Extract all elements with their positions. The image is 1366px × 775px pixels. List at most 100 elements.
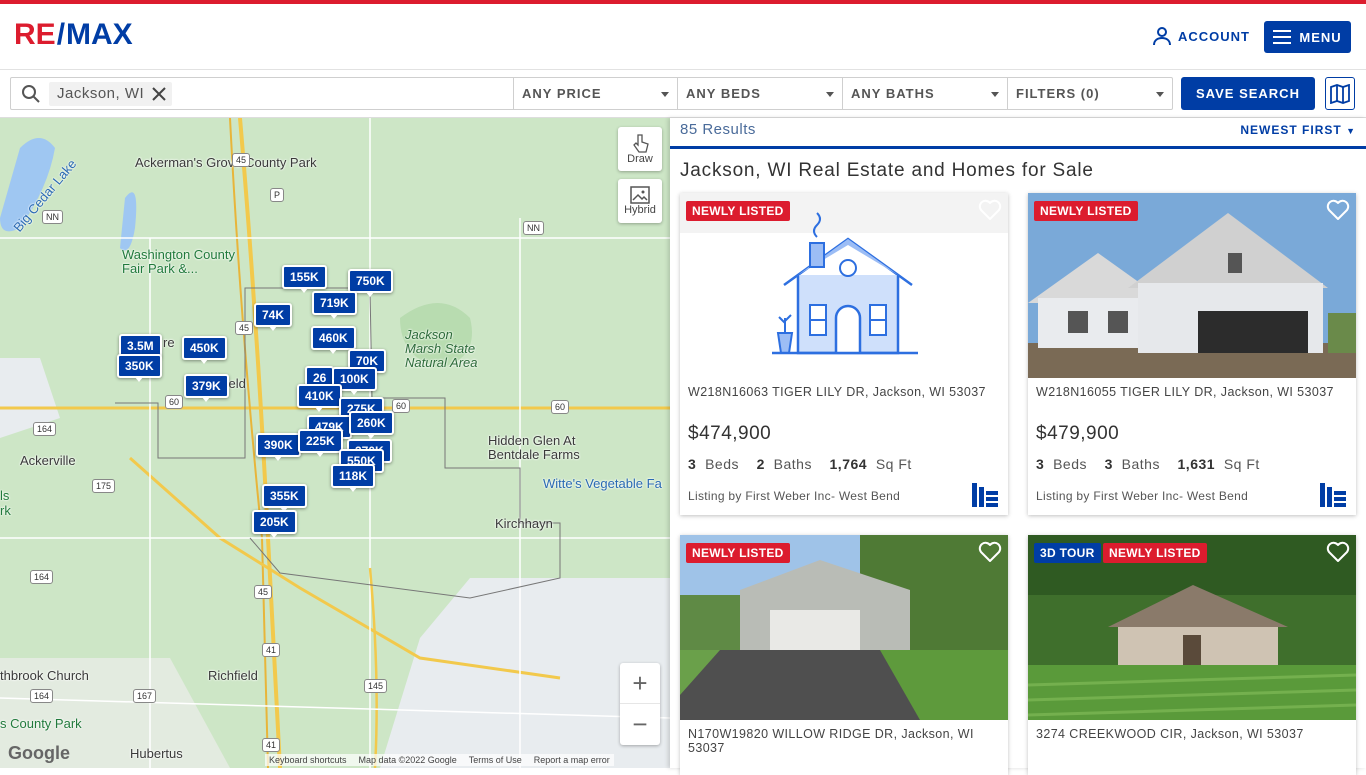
price-pin[interactable]: 719K [312, 291, 357, 319]
zoom-control: + − [620, 663, 660, 745]
price-pin[interactable]: 74K [254, 303, 293, 331]
price-pin[interactable]: 379K [184, 374, 229, 402]
newly-listed-badge: NEWLY LISTED [686, 201, 790, 221]
heart-icon[interactable] [1326, 199, 1350, 221]
price-pin[interactable]: 410K [297, 384, 342, 412]
price-dropdown[interactable]: ANY PRICE [514, 77, 678, 110]
beds-label: Beds [705, 456, 739, 472]
beds-count: 3 [688, 456, 697, 472]
filter-bar: Jackson, WI ANY PRICE ANY BEDS ANY BATHS… [0, 71, 1366, 118]
listing-address[interactable]: N170W19820 WILLOW RIDGE DR, Jackson, WI … [688, 727, 1000, 755]
filters-dropdown-label: FILTERS (0) [1016, 86, 1100, 101]
road-shield: NN [42, 210, 63, 224]
road-shield: 60 [392, 399, 411, 413]
hybrid-button[interactable]: Hybrid [618, 179, 662, 223]
close-icon[interactable] [152, 86, 166, 101]
report-error-link[interactable]: Report a map error [534, 755, 610, 765]
save-search-button[interactable]: SAVE SEARCH [1181, 77, 1315, 110]
road-shield: 145 [364, 679, 388, 693]
price-pin[interactable]: 118K [331, 464, 376, 492]
beds-dropdown[interactable]: ANY BEDS [678, 77, 843, 110]
location-chip-label: Jackson, WI [57, 85, 145, 102]
listing-card[interactable]: 3D TOUR NEWLY LISTED 3274 CREEKWOOD CIR,… [1028, 535, 1356, 775]
image-icon [630, 186, 650, 204]
map-icon [1330, 83, 1350, 104]
google-logo[interactable]: Google [8, 743, 70, 764]
price-pin[interactable]: 750K [348, 269, 393, 297]
menu-button[interactable]: MENU [1264, 21, 1351, 53]
road-shield: 164 [30, 689, 54, 703]
chevron-down-icon [991, 92, 999, 97]
draw-button[interactable]: Draw [618, 127, 662, 171]
price-pin[interactable]: 155K [282, 265, 327, 293]
listing-card[interactable]: NEWLY LISTED W218N16063 TIGER LILY DR, J… [680, 193, 1008, 515]
draw-label: Draw [627, 153, 653, 165]
heart-icon[interactable] [978, 541, 1002, 563]
results-header: 85 Results NEWEST FIRST ▼ [670, 118, 1366, 149]
baths-label: Baths [773, 456, 812, 472]
newly-listed-badge: NEWLY LISTED [1103, 543, 1207, 563]
price-pin[interactable]: 390K [256, 433, 301, 461]
listing-address[interactable]: W218N16063 TIGER LILY DR, Jackson, WI 53… [688, 385, 1000, 399]
user-icon [1153, 27, 1171, 46]
account-button[interactable]: ACCOUNT [1152, 26, 1250, 46]
price-pin[interactable]: 355K [262, 484, 307, 512]
road-shield: P [270, 188, 285, 202]
map-label-hidden-glen: Hidden Glen At Bentdale Farms [488, 433, 580, 462]
map-label-ackerville: Ackerville [20, 453, 76, 468]
results-count: 85 Results [680, 121, 756, 138]
map-label-ls: ls [0, 488, 10, 503]
map-panel[interactable]: Ackerman's Grove County Park Big Cedar L… [0, 118, 670, 768]
chevron-down-icon [1156, 92, 1164, 97]
listing-card[interactable]: NEWLY LISTED W218N16055 TIGER LILY DR, J… [1028, 193, 1356, 515]
listing-broker: Listing by First Weber Inc- West Bend [1036, 489, 1249, 503]
sqft-label: Sq Ft [875, 456, 912, 472]
heart-icon[interactable] [978, 199, 1002, 221]
newly-listed-badge: NEWLY LISTED [1034, 201, 1138, 221]
sort-dropdown[interactable]: NEWEST FIRST ▼ [1240, 123, 1356, 137]
caret-down-icon: ▼ [1346, 126, 1356, 136]
listing-address[interactable]: W218N16055 TIGER LILY DR, Jackson, WI 53… [1036, 385, 1348, 399]
beds-dropdown-label: ANY BEDS [686, 86, 761, 101]
chevron-down-icon [661, 92, 669, 97]
price-pin[interactable]: 460K [311, 326, 356, 354]
save-search-label: SAVE SEARCH [1196, 86, 1300, 101]
listing-broker: Listing by First Weber Inc- West Bend [688, 489, 901, 503]
price-pin[interactable]: 350K [117, 354, 162, 382]
road-shield: 45 [254, 585, 273, 599]
heart-icon[interactable] [1326, 541, 1350, 563]
price-pin[interactable]: 260K [349, 411, 394, 439]
price-pin[interactable]: 450K [182, 336, 227, 364]
terms-link[interactable]: Terms of Use [469, 755, 522, 765]
listing-price: $474,900 [688, 423, 772, 444]
zoom-out-button[interactable]: − [620, 704, 660, 745]
road-shield: 164 [33, 422, 57, 436]
map-label-hubertus: Hubertus [130, 746, 183, 761]
baths-count: 2 [756, 456, 765, 472]
listing-address[interactable]: 3274 CREEKWOOD CIR, Jackson, WI 53037 [1036, 727, 1348, 741]
location-search-input[interactable]: Jackson, WI [10, 77, 514, 110]
price-pin[interactable]: 205K [252, 510, 297, 538]
page-title: Jackson, WI Real Estate and Homes for Sa… [680, 160, 1094, 181]
keyboard-shortcuts-link[interactable]: Keyboard shortcuts [269, 755, 347, 765]
remax-logo[interactable]: RE / MAX [14, 18, 133, 52]
listing-specs: 3 Beds 2 Baths 1,764 Sq Ft [688, 456, 912, 472]
road-shield: 167 [133, 689, 157, 703]
logo-text-left: RE [14, 18, 56, 51]
map-view-toggle[interactable] [1325, 77, 1355, 110]
map-label-fair-park: Washington County Fair Park &... [122, 247, 235, 276]
listing-price: $479,900 [1036, 423, 1120, 444]
filters-dropdown[interactable]: FILTERS (0) [1008, 77, 1173, 110]
listing-card[interactable]: NEWLY LISTED N170W19820 WILLOW RIDGE DR,… [680, 535, 1008, 775]
price-pin[interactable]: 225K [298, 429, 343, 457]
listing-specs: 3 Beds 3 Baths 1,631 Sq Ft [1036, 456, 1260, 472]
zoom-in-button[interactable]: + [620, 663, 660, 704]
map-attribution: Keyboard shortcuts Map data ©2022 Google… [265, 754, 614, 766]
chevron-down-icon [826, 92, 834, 97]
results-panel: 85 Results NEWEST FIRST ▼ Jackson, WI Re… [670, 118, 1366, 775]
baths-dropdown[interactable]: ANY BATHS [843, 77, 1008, 110]
road-shield: 60 [551, 400, 570, 414]
hand-pointer-icon [633, 134, 649, 153]
map-label-re: re [163, 335, 175, 350]
beds-label: Beds [1053, 456, 1087, 472]
